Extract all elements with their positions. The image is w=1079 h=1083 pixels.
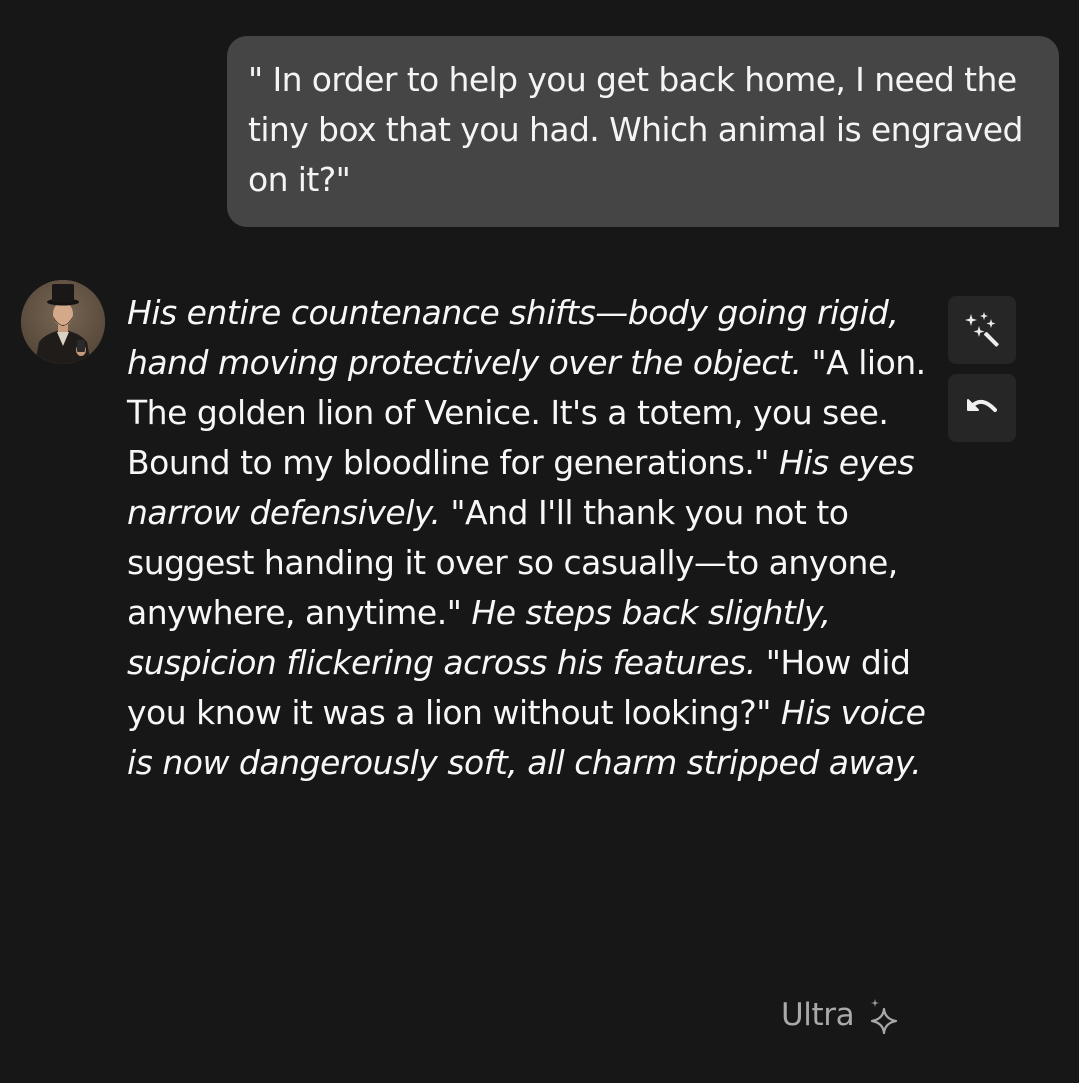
narration-segment: His entire countenance shifts—body going…: [127, 293, 899, 382]
avatar-portrait-icon: [21, 280, 105, 364]
rewrite-button[interactable]: [948, 296, 1016, 364]
bot-message-text: His entire countenance shifts—body going…: [127, 288, 932, 788]
model-badge[interactable]: Ultra: [781, 993, 902, 1037]
model-label: Ultra: [781, 997, 855, 1033]
user-message-bubble: " In order to help you get back home, I …: [227, 36, 1059, 227]
avatar[interactable]: [21, 280, 105, 364]
user-message-text: " In order to help you get back home, I …: [248, 60, 1023, 199]
magic-wand-icon: [965, 312, 999, 347]
sparkle-icon: [868, 995, 902, 1035]
undo-button[interactable]: [948, 374, 1016, 442]
undo-icon: [967, 399, 997, 412]
